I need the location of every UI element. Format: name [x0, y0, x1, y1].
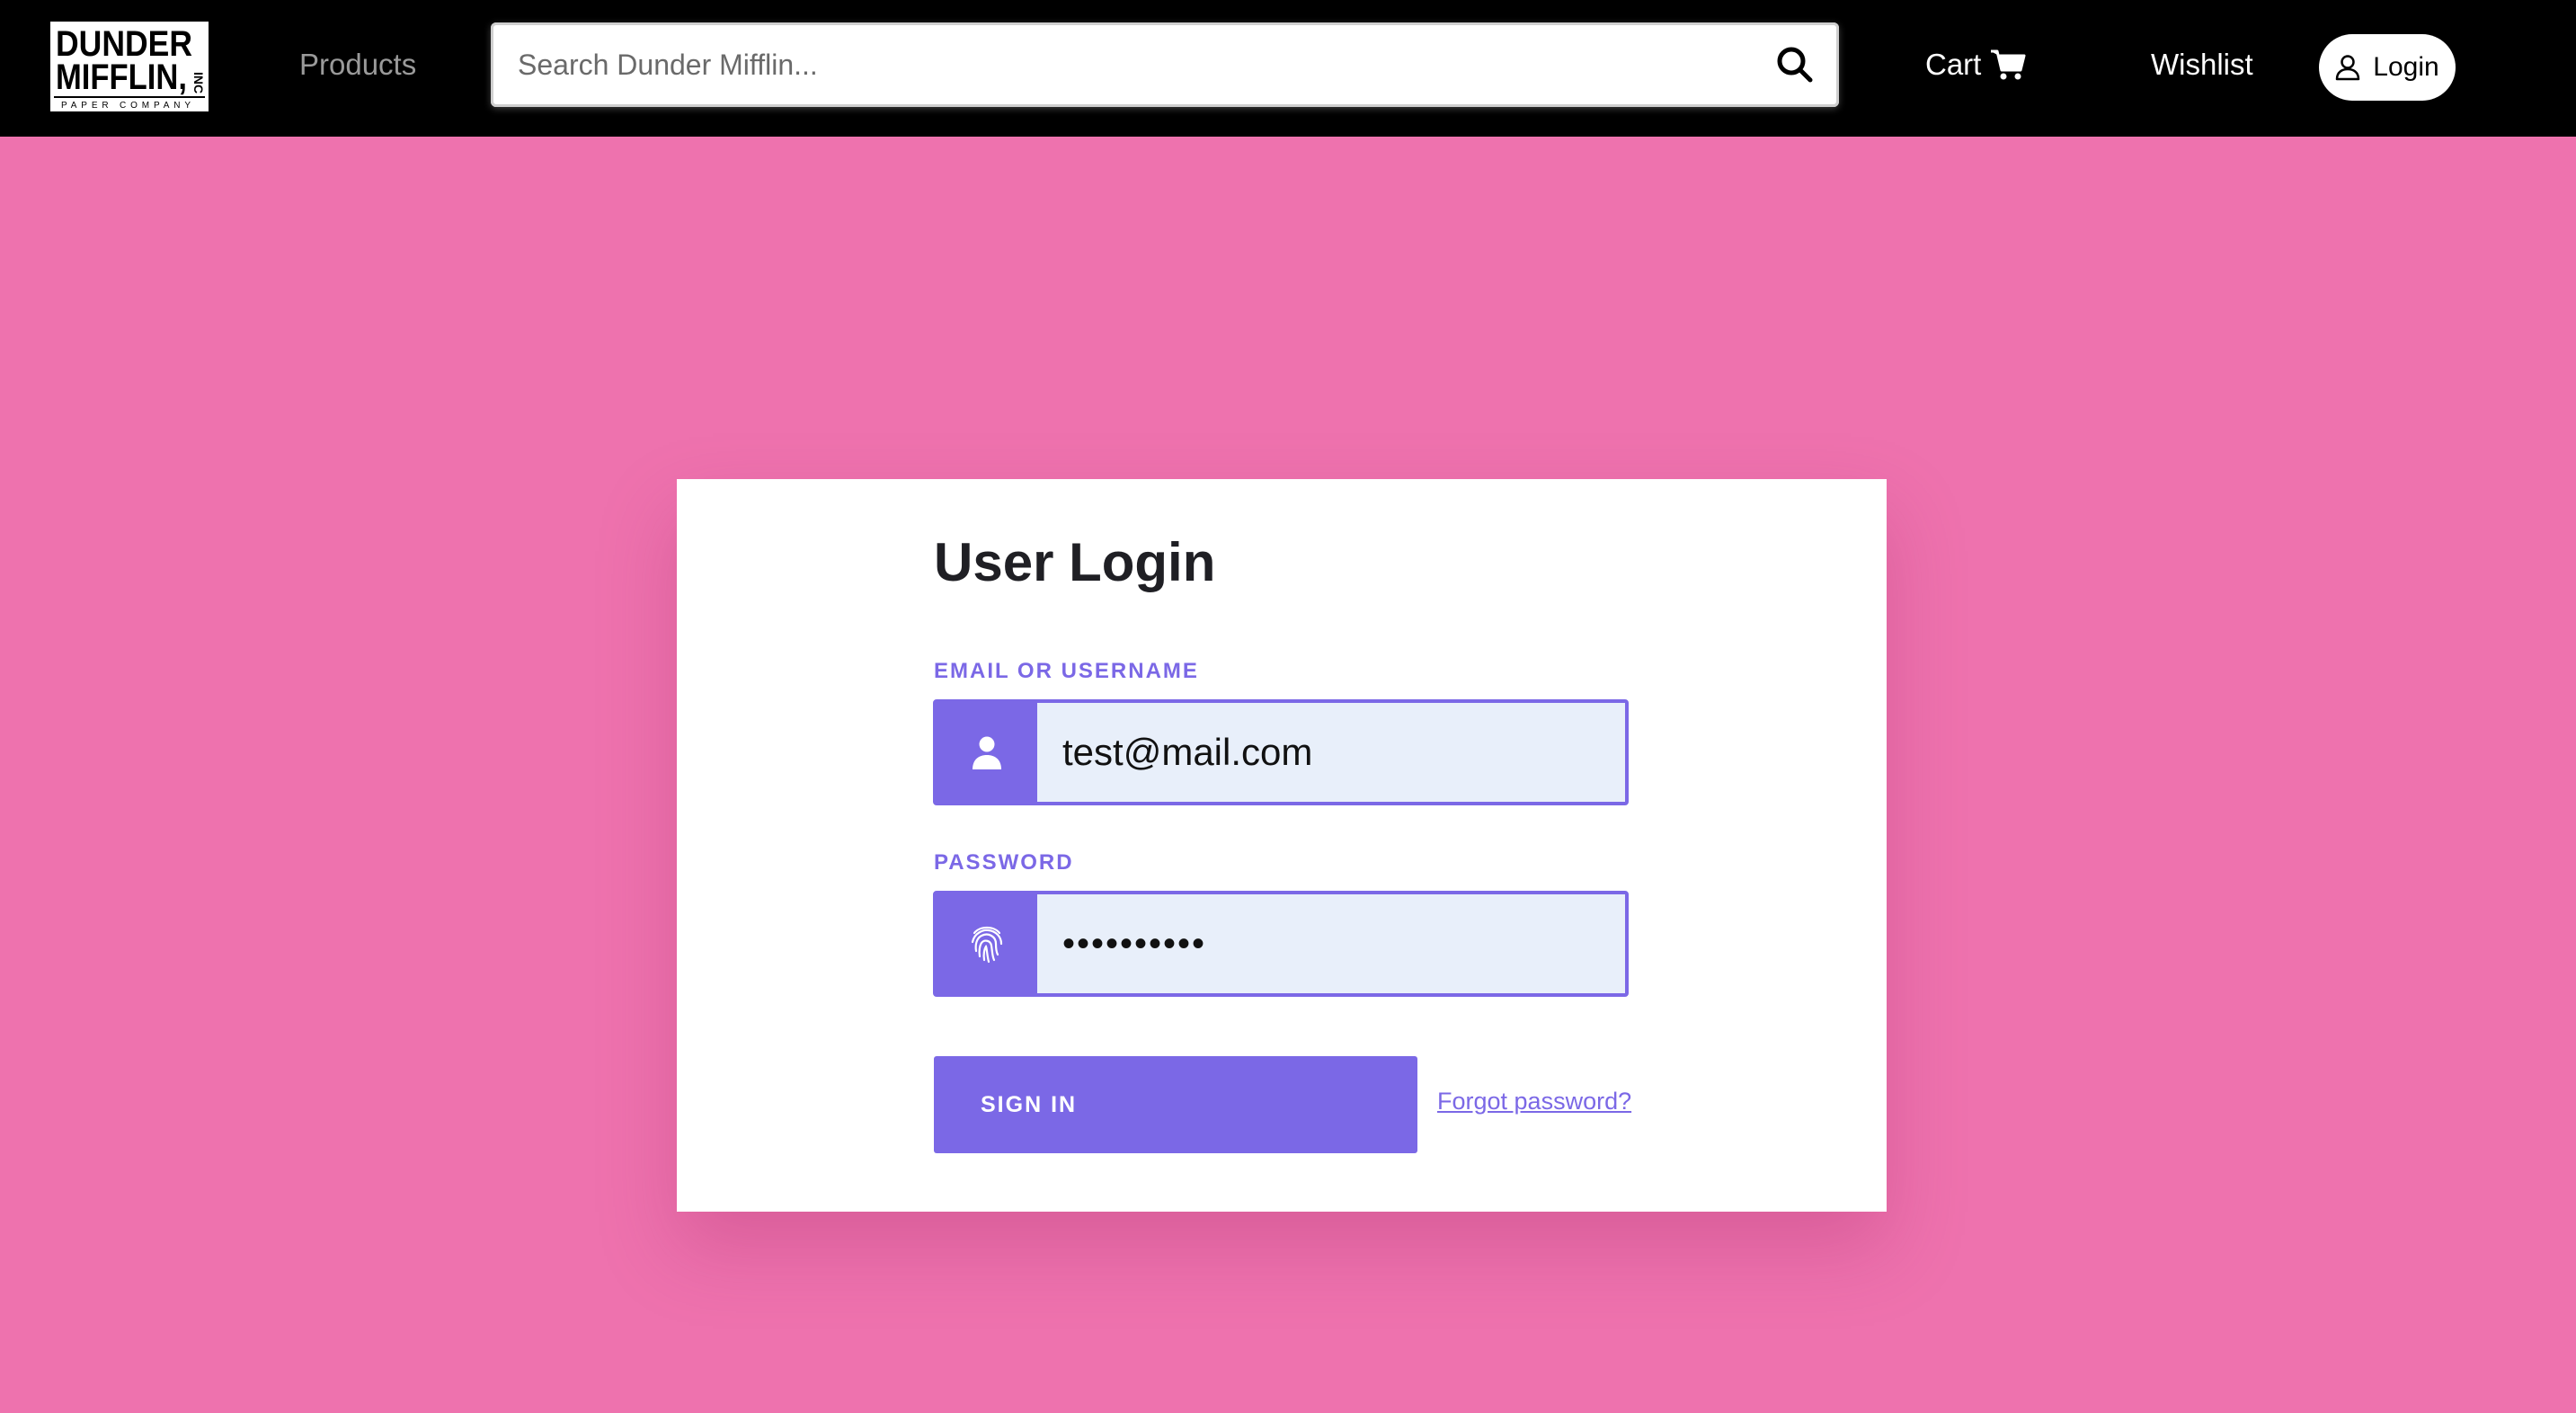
password-field-icon-box [937, 894, 1037, 993]
user-icon [973, 736, 1001, 769]
sign-in-button[interactable]: SIGN IN [934, 1056, 1417, 1153]
email-field[interactable]: test@mail.com [933, 699, 1629, 805]
user-icon [2336, 55, 2360, 81]
nav-login-button[interactable]: Login [2319, 34, 2456, 101]
search-icon [1777, 47, 1813, 83]
nav-products-link[interactable]: Products [299, 45, 416, 84]
password-value[interactable]: •••••••••• [1037, 894, 1625, 993]
forgot-password-link[interactable]: Forgot password? [1437, 1088, 1631, 1115]
password-label: PASSWORD [934, 850, 1074, 875]
page-title: User Login [934, 532, 1216, 592]
logo-tagline: PAPER COMPANY [61, 101, 194, 111]
search-button[interactable] [1774, 44, 1816, 85]
logo-inc: INC [191, 72, 206, 93]
login-card: User Login EMAIL OR USERNAME test@mail.c… [677, 479, 1887, 1212]
nav-wishlist-link[interactable]: Wishlist [2151, 45, 2253, 84]
dunder-mifflin-logo[interactable]: DUNDER MIFFLIN, INC PAPER COMPANY [50, 22, 209, 111]
cart-label: Cart [1925, 48, 1982, 81]
email-label: EMAIL OR USERNAME [934, 659, 1199, 683]
nav-cart-link[interactable]: Cart [1925, 45, 2026, 84]
navbar: DUNDER MIFFLIN, INC PAPER COMPANY Produc… [0, 0, 2576, 137]
search-bar [491, 22, 1839, 107]
password-field[interactable]: •••••••••• [933, 891, 1629, 997]
email-field-icon-box [937, 703, 1037, 802]
logo-line2: MIFFLIN, [56, 58, 187, 97]
cart-icon [1991, 49, 2026, 80]
fingerprint-icon [971, 926, 1003, 964]
search-input[interactable] [518, 22, 1758, 107]
email-value[interactable]: test@mail.com [1037, 703, 1625, 802]
nav-login-label: Login [2373, 52, 2439, 82]
